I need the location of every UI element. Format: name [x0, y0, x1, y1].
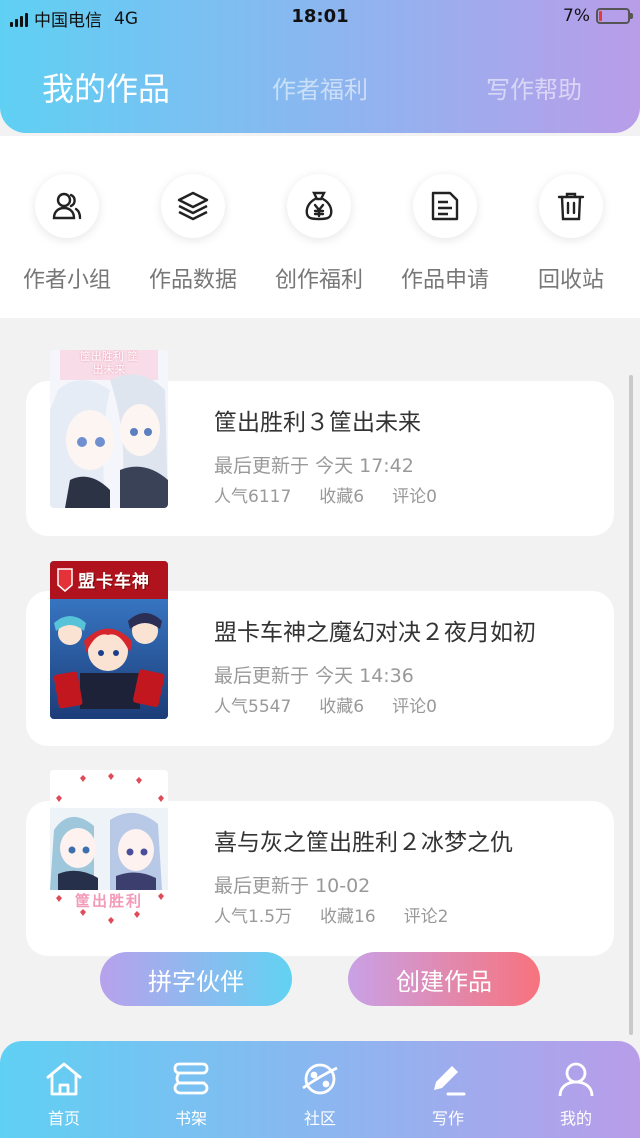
bottom-nav: 首页 书架 社区 写作 我的	[0, 1041, 640, 1138]
work-stats: 人气5547 收藏6 评论0	[214, 692, 437, 717]
quick-action-creation-benefits[interactable]: 创作福利	[256, 174, 382, 294]
quick-action-author-group[interactable]: 作者小组	[4, 174, 130, 294]
quick-action-label: 回收站	[537, 268, 604, 293]
quick-action-label: 作者小组	[22, 268, 111, 293]
quick-action-work-application[interactable]: 作品申请	[382, 174, 508, 294]
layers-icon	[177, 191, 209, 221]
work-updated: 最后更新于 今天 14:36	[214, 665, 414, 687]
header: 中国电信 4G 18:01 7% 我的作品 作者福利 写作帮助	[0, 0, 640, 133]
nav-label: 写作	[431, 1109, 464, 1128]
quick-action-label: 作品数据	[148, 268, 237, 293]
battery-icon	[596, 8, 633, 24]
work-cover[interactable]: 盟卡车神	[50, 561, 168, 719]
work-updated: 最后更新于 今天 17:42	[214, 455, 414, 477]
nav-label: 我的	[559, 1109, 592, 1128]
nav-label: 书架	[174, 1109, 207, 1128]
money-bag-icon	[305, 191, 333, 221]
scrollbar[interactable]	[629, 375, 633, 1035]
tab-my-works[interactable]: 我的作品	[42, 64, 170, 110]
popularity: 人气1.5万	[214, 907, 293, 927]
nav-label: 首页	[47, 1109, 80, 1128]
favorites: 收藏6	[319, 697, 365, 717]
create-work-button[interactable]: 创建作品	[348, 952, 540, 1006]
comments: 评论0	[392, 697, 437, 717]
work-stats: 人气6117 收藏6 评论0	[214, 482, 437, 507]
word-partner-button[interactable]: 拼字伙伴	[100, 952, 292, 1006]
comments: 评论0	[392, 487, 437, 507]
battery-percent: 7%	[563, 6, 590, 26]
work-stats: 人气1.5万 收藏16 评论2	[214, 902, 449, 927]
users-icon	[52, 192, 82, 220]
quick-action-label: 作品申请	[400, 268, 489, 293]
work-cover[interactable]: 筐出胜利	[50, 770, 168, 928]
work-title: 筐出胜利３筐出未来	[214, 410, 421, 436]
tab-author-benefits[interactable]: 作者福利	[272, 70, 368, 105]
user-icon	[558, 1062, 594, 1097]
favorites: 收藏6	[319, 487, 365, 507]
nav-bookshelf[interactable]: 书架	[146, 1057, 236, 1129]
quick-action-label: 创作福利	[274, 268, 363, 293]
comments: 评论2	[403, 907, 449, 927]
tab-bar: 我的作品 作者福利 写作帮助	[0, 70, 640, 120]
work-title: 盟卡车神之魔幻对决２夜月如初	[214, 620, 536, 646]
work-title: 喜与灰之筐出胜利２冰梦之仇	[214, 830, 513, 856]
home-icon	[46, 1062, 82, 1096]
popularity: 人气6117	[214, 487, 292, 507]
nav-write[interactable]: 写作	[403, 1057, 493, 1129]
nav-profile[interactable]: 我的	[531, 1057, 621, 1129]
tab-writing-help[interactable]: 写作帮助	[486, 70, 582, 105]
favorites: 收藏16	[320, 907, 376, 927]
cover-title: 筐出胜利	[74, 892, 143, 910]
planet-icon	[302, 1063, 338, 1095]
quick-action-work-data[interactable]: 作品数据	[130, 174, 256, 294]
popularity: 人气5547	[214, 697, 292, 717]
trash-icon	[557, 192, 585, 221]
nav-label: 社区	[303, 1109, 336, 1128]
nav-home[interactable]: 首页	[19, 1057, 109, 1129]
cover-title: 筐出胜利 筐出未来	[79, 350, 139, 376]
document-icon	[431, 191, 459, 221]
status-bar: 中国电信 4G 18:01 7%	[0, 0, 640, 34]
cover-title: 盟卡车神	[78, 572, 150, 592]
nav-community[interactable]: 社区	[275, 1057, 365, 1129]
work-updated: 最后更新于 10-02	[214, 875, 371, 897]
work-cover[interactable]: 筐出胜利 筐出未来	[50, 350, 168, 508]
clock: 18:01	[291, 6, 349, 27]
bookshelf-icon	[173, 1062, 209, 1095]
quick-action-recycle-bin[interactable]: 回收站	[508, 174, 634, 294]
pen-icon	[434, 1066, 466, 1096]
quick-actions: 作者小组 作品数据 创作福利 作品申请 回收站	[0, 136, 640, 318]
